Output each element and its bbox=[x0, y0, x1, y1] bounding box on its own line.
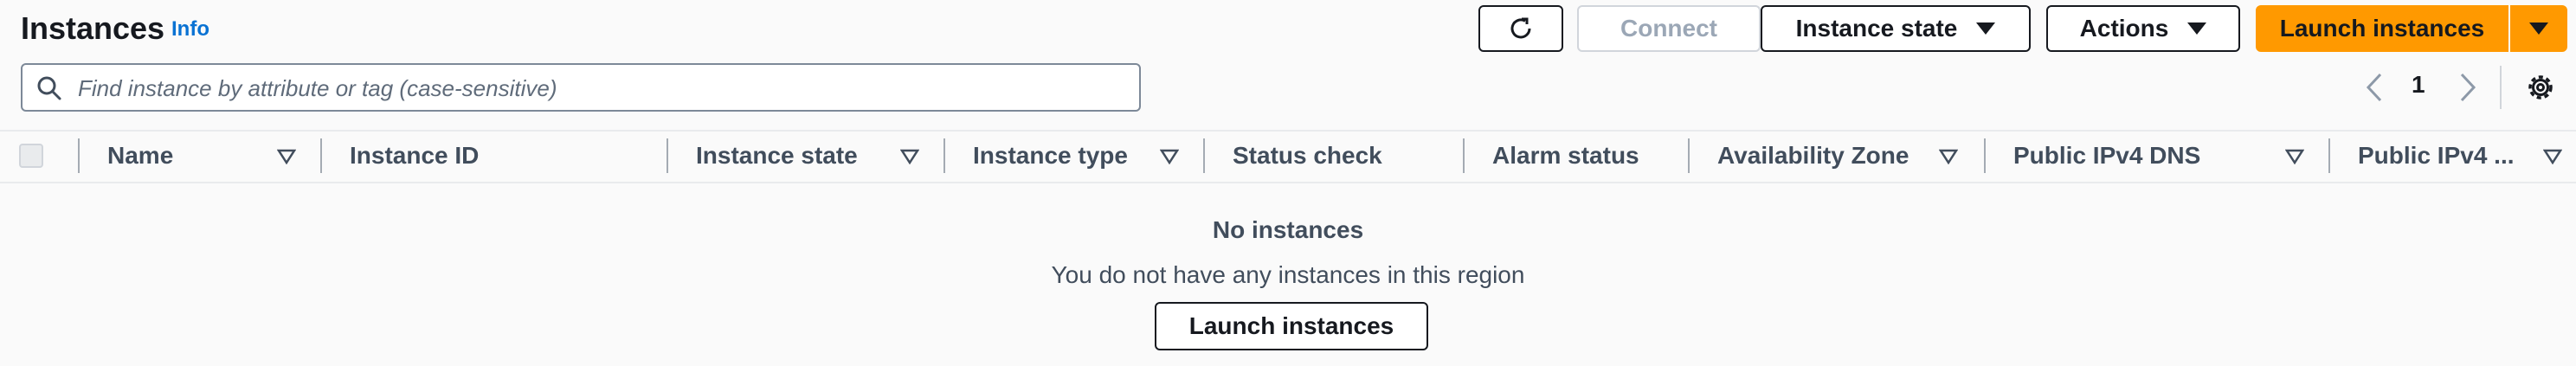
caret-down-icon bbox=[1976, 22, 1996, 35]
previous-page-icon[interactable] bbox=[2360, 69, 2389, 106]
column-header-public-ipv4-address[interactable]: Public IPv4 ... bbox=[2358, 142, 2515, 170]
select-all-checkbox[interactable] bbox=[19, 144, 43, 168]
column-divider bbox=[1984, 138, 1986, 173]
sort-icon[interactable] bbox=[900, 149, 919, 164]
search-input[interactable] bbox=[76, 70, 1118, 106]
empty-state-launch-label: Launch instances bbox=[1188, 312, 1394, 339]
sort-icon[interactable] bbox=[1160, 149, 1179, 164]
column-header-instance-id[interactable]: Instance ID bbox=[350, 142, 479, 170]
column-divider bbox=[943, 138, 945, 173]
sort-icon[interactable] bbox=[2543, 149, 2562, 164]
empty-state-description: You do not have any instances in this re… bbox=[1051, 261, 1525, 288]
column-header-status-check[interactable]: Status check bbox=[1233, 142, 1382, 170]
caret-down-icon bbox=[2187, 22, 2207, 35]
column-header-public-ipv4-dns[interactable]: Public IPv4 DNS bbox=[2013, 142, 2200, 170]
connect-label: Connect bbox=[1620, 15, 1717, 42]
actions-label: Actions bbox=[2079, 15, 2169, 42]
sort-icon[interactable] bbox=[1939, 149, 1958, 164]
refresh-icon bbox=[1510, 17, 1531, 39]
column-header-instance-state[interactable]: Instance state bbox=[696, 142, 858, 170]
search-field[interactable] bbox=[21, 63, 1141, 112]
page-title: Instances bbox=[21, 10, 165, 46]
column-header-availability-zone[interactable]: Availability Zone bbox=[1717, 142, 1909, 170]
column-divider bbox=[2328, 138, 2330, 173]
gear-icon[interactable] bbox=[2524, 71, 2557, 104]
launch-instances-dropdown-button[interactable] bbox=[2510, 5, 2567, 52]
next-page-icon[interactable] bbox=[2453, 69, 2483, 106]
connect-button[interactable]: Connect bbox=[1577, 5, 1761, 52]
column-divider bbox=[1688, 138, 1690, 173]
column-divider bbox=[1203, 138, 1205, 173]
sort-icon[interactable] bbox=[2285, 149, 2304, 164]
column-header-instance-type[interactable]: Instance type bbox=[973, 142, 1128, 170]
launch-instances-label: Launch instances bbox=[2279, 15, 2485, 42]
refresh-button[interactable] bbox=[1478, 5, 1563, 52]
info-link[interactable]: Info bbox=[171, 17, 209, 42]
search-icon bbox=[37, 76, 61, 100]
column-divider bbox=[320, 138, 322, 173]
launch-instances-button[interactable]: Launch instances bbox=[2256, 5, 2508, 52]
column-header-name[interactable]: Name bbox=[107, 142, 173, 170]
column-divider bbox=[78, 138, 80, 173]
sort-icon[interactable] bbox=[277, 149, 296, 164]
page-number[interactable]: 1 bbox=[2412, 71, 2425, 99]
divider bbox=[2500, 66, 2502, 109]
instance-state-dropdown[interactable]: Instance state bbox=[1761, 5, 2031, 52]
caret-down-icon bbox=[2529, 22, 2548, 35]
column-header-alarm-status[interactable]: Alarm status bbox=[1492, 142, 1639, 170]
column-divider bbox=[1463, 138, 1465, 173]
empty-state-title: No instances bbox=[1212, 216, 1364, 243]
column-divider bbox=[667, 138, 668, 173]
actions-dropdown[interactable]: Actions bbox=[2046, 5, 2240, 52]
empty-state-launch-button[interactable]: Launch instances bbox=[1155, 302, 1428, 350]
instance-state-label: Instance state bbox=[1795, 15, 1958, 42]
